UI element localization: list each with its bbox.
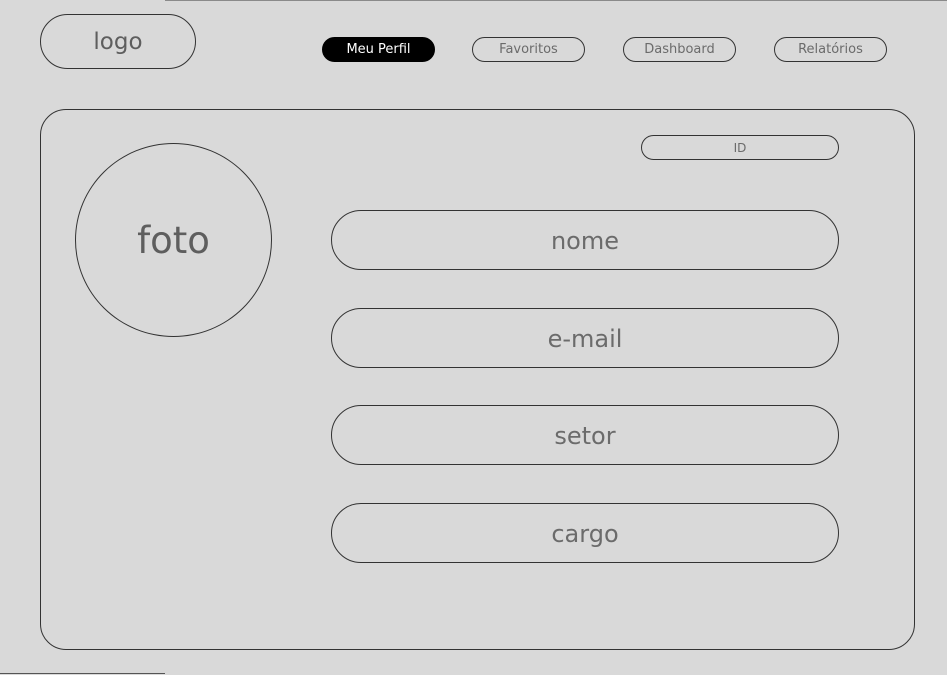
nav-meu-perfil-button[interactable]: Meu Perfil xyxy=(322,37,435,62)
logo[interactable]: logo xyxy=(40,14,196,69)
nav-relatorios-button[interactable]: Relatórios xyxy=(774,37,887,62)
nav-favoritos-button[interactable]: Favoritos xyxy=(472,37,585,62)
sector-field[interactable]: setor xyxy=(331,405,839,465)
id-field[interactable]: ID xyxy=(641,135,839,160)
email-field[interactable]: e-mail xyxy=(331,308,839,368)
profile-photo[interactable]: foto xyxy=(75,143,272,337)
nav-dashboard-button[interactable]: Dashboard xyxy=(623,37,736,62)
name-field[interactable]: nome xyxy=(331,210,839,270)
bottom-divider xyxy=(0,673,165,674)
role-field[interactable]: cargo xyxy=(331,503,839,563)
top-divider xyxy=(165,0,947,1)
